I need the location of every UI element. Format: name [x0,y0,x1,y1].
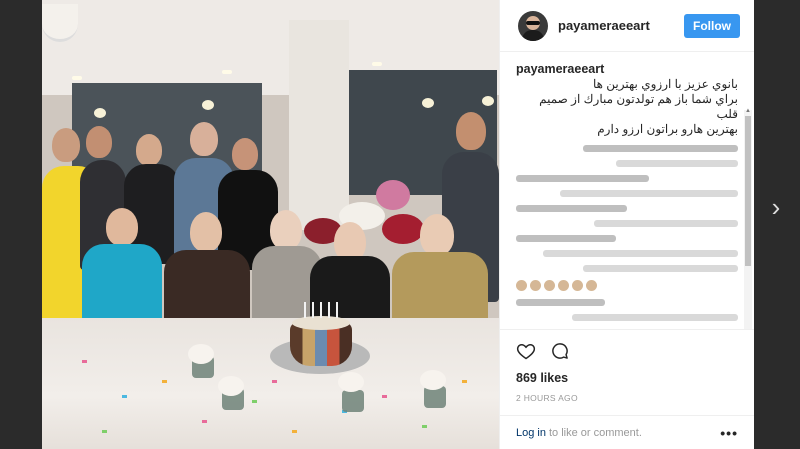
scrollbar-thumb[interactable] [745,116,751,266]
modal-backdrop-left[interactable] [0,0,42,449]
photo-cake-top [292,316,350,330]
blurred-comment [516,235,616,242]
blurred-comment [516,175,650,182]
modal-backdrop-right[interactable] [754,0,800,449]
follow-button[interactable]: Follow [684,13,740,38]
caption-text: بانوي عزيز با ارزوي بهترين ها براي شما ب… [539,77,738,136]
blurred-comment [582,265,738,272]
post-photo[interactable] [42,0,499,449]
blurred-comment [516,205,627,212]
post-sidebar: payameraeeart Follow payameraeeart بانوي… [499,0,754,449]
username-link[interactable]: payameraeeart [558,18,684,33]
more-options-icon[interactable]: ••• [720,425,738,441]
blurred-comment [516,299,605,306]
post-header: payameraeeart Follow [500,0,754,52]
login-bar: Log in to like or comment. ••• [500,415,754,449]
avatar[interactable] [518,10,548,41]
login-prompt-text: to like or comment. [548,426,642,439]
blurred-comment [571,314,738,321]
post-timestamp[interactable]: 2 HOURS AGO [500,385,754,403]
blurred-comment-emojis [516,280,738,291]
comment-icon[interactable] [550,341,570,361]
comments-panel[interactable]: payameraeeart بانوي عزيز با ارزوي بهترين… [500,52,754,329]
blurred-comment [615,160,738,167]
blurred-comment [582,145,738,152]
photo-pendant-lamp [42,4,78,42]
scroll-up-arrow-icon[interactable]: ▲ [744,108,752,114]
caption-username[interactable]: payameraeeart [516,62,738,77]
blurred-comment [542,250,738,257]
post-modal: payameraeeart Follow payameraeeart بانوي… [42,0,754,449]
post-actions [500,329,754,371]
blurred-comment [593,220,738,227]
heart-icon[interactable] [516,341,536,361]
login-link[interactable]: Log in [516,427,546,439]
post-caption: payameraeeart بانوي عزيز با ارزوي بهترين… [516,62,738,137]
chevron-right-icon[interactable]: › [766,192,786,222]
blurred-comment [560,190,738,197]
comments-scrollbar[interactable]: ▲ ▼ [744,108,752,329]
likes-count[interactable]: 869 likes [500,371,754,385]
